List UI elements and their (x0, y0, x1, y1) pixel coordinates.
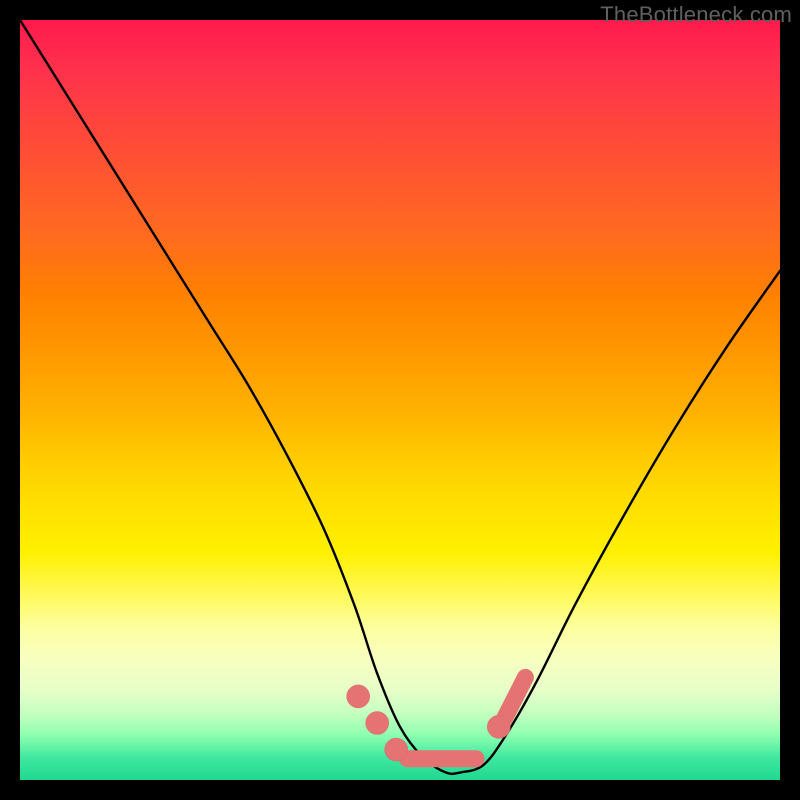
marker-dot (385, 738, 408, 761)
marker-dot (487, 715, 510, 738)
watermark-text: TheBottleneck.com (600, 2, 792, 28)
marker-dots (347, 685, 511, 761)
marker-bars (408, 677, 526, 758)
marker-bar (505, 677, 526, 717)
marker-dot (347, 685, 370, 708)
plot-svg (20, 20, 780, 780)
marker-dot (366, 711, 389, 734)
bottleneck-curve (20, 20, 780, 774)
plot-frame (20, 20, 780, 780)
